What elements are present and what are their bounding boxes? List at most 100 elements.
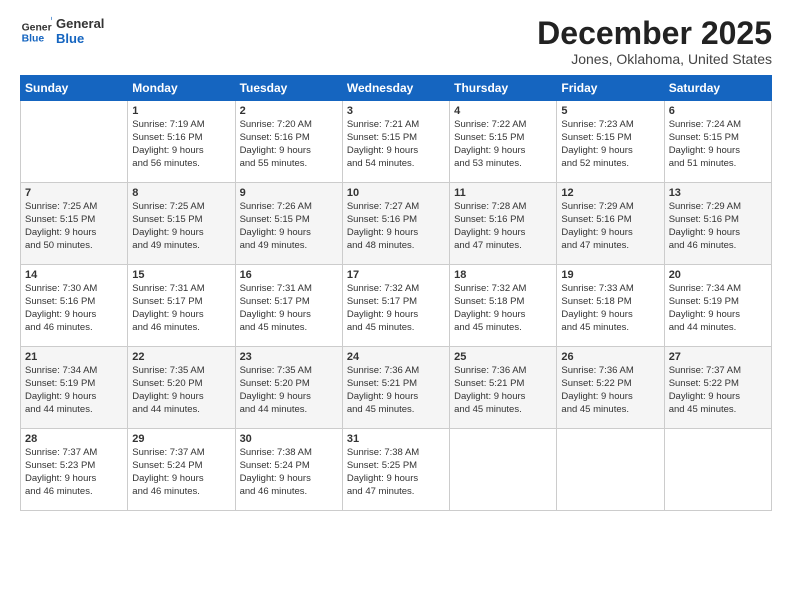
calendar-body: 1Sunrise: 7:19 AMSunset: 5:16 PMDaylight… (21, 101, 772, 511)
cell-line: Sunrise: 7:38 AM (347, 447, 445, 460)
calendar-cell: 7Sunrise: 7:25 AMSunset: 5:15 PMDaylight… (21, 183, 128, 265)
day-number: 12 (561, 187, 659, 199)
cell-line: Daylight: 9 hours (132, 309, 230, 322)
cell-line: Sunset: 5:16 PM (347, 214, 445, 227)
cell-line: Sunset: 5:17 PM (240, 296, 338, 309)
cell-line: Sunrise: 7:37 AM (25, 447, 123, 460)
day-number: 5 (561, 105, 659, 117)
calendar-table: SundayMondayTuesdayWednesdayThursdayFrid… (20, 75, 772, 511)
cell-line: Sunrise: 7:26 AM (240, 201, 338, 214)
header-day-saturday: Saturday (664, 76, 771, 101)
cell-line: and 51 minutes. (669, 158, 767, 171)
cell-line: Sunrise: 7:25 AM (132, 201, 230, 214)
calendar-week-row: 7Sunrise: 7:25 AMSunset: 5:15 PMDaylight… (21, 183, 772, 265)
cell-line: Sunrise: 7:21 AM (347, 119, 445, 132)
cell-line: Sunrise: 7:25 AM (25, 201, 123, 214)
day-number: 10 (347, 187, 445, 199)
cell-line: Daylight: 9 hours (561, 391, 659, 404)
calendar-cell: 30Sunrise: 7:38 AMSunset: 5:24 PMDayligh… (235, 429, 342, 511)
cell-line: and 44 minutes. (240, 404, 338, 417)
calendar-cell: 8Sunrise: 7:25 AMSunset: 5:15 PMDaylight… (128, 183, 235, 265)
cell-line: Daylight: 9 hours (240, 145, 338, 158)
logo: General Blue General Blue (20, 16, 104, 48)
cell-line: Daylight: 9 hours (561, 145, 659, 158)
header-day-tuesday: Tuesday (235, 76, 342, 101)
cell-line: Sunrise: 7:38 AM (240, 447, 338, 460)
cell-line: and 54 minutes. (347, 158, 445, 171)
cell-line: and 47 minutes. (347, 486, 445, 499)
cell-line: and 47 minutes. (561, 240, 659, 253)
calendar-cell: 12Sunrise: 7:29 AMSunset: 5:16 PMDayligh… (557, 183, 664, 265)
cell-line: and 46 minutes. (669, 240, 767, 253)
cell-line: Daylight: 9 hours (132, 145, 230, 158)
cell-line: Sunrise: 7:28 AM (454, 201, 552, 214)
cell-line: Sunset: 5:16 PM (454, 214, 552, 227)
calendar-cell: 25Sunrise: 7:36 AMSunset: 5:21 PMDayligh… (450, 347, 557, 429)
calendar-cell: 15Sunrise: 7:31 AMSunset: 5:17 PMDayligh… (128, 265, 235, 347)
cell-line: Daylight: 9 hours (347, 391, 445, 404)
cell-line: and 47 minutes. (454, 240, 552, 253)
cell-line: Daylight: 9 hours (454, 145, 552, 158)
cell-line: and 44 minutes. (669, 322, 767, 335)
day-number: 28 (25, 433, 123, 445)
cell-line: Sunset: 5:16 PM (669, 214, 767, 227)
calendar-cell: 5 Sunrise: 7:23 AMSunset: 5:15 PMDaylight… (557, 101, 664, 183)
cell-line: and 44 minutes. (132, 404, 230, 417)
cell-line: and 45 minutes. (347, 404, 445, 417)
cell-line: Sunset: 5:20 PM (132, 378, 230, 391)
cell-line: Sunrise: 7:33 AM (561, 283, 659, 296)
day-number: 29 (132, 433, 230, 445)
cell-line: Daylight: 9 hours (454, 227, 552, 240)
cell-line: and 46 minutes. (240, 486, 338, 499)
calendar-cell (450, 429, 557, 511)
cell-line: Daylight: 9 hours (347, 309, 445, 322)
cell-line: and 48 minutes. (347, 240, 445, 253)
day-number: 1 (132, 105, 230, 117)
day-number: 13 (669, 187, 767, 199)
cell-line: Sunrise: 7:23 AM (561, 119, 659, 132)
day-number: 26 (561, 351, 659, 363)
calendar-cell: 20Sunrise: 7:34 AMSunset: 5:19 PMDayligh… (664, 265, 771, 347)
day-number: 8 (132, 187, 230, 199)
cell-line: Daylight: 9 hours (347, 227, 445, 240)
calendar-cell: 18Sunrise: 7:32 AMSunset: 5:18 PMDayligh… (450, 265, 557, 347)
cell-line: Sunset: 5:15 PM (25, 214, 123, 227)
cell-line: Sunrise: 7:37 AM (132, 447, 230, 460)
cell-line: Sunset: 5:24 PM (132, 460, 230, 473)
cell-line: Sunrise: 7:19 AM (132, 119, 230, 132)
cell-line: Daylight: 9 hours (25, 309, 123, 322)
calendar-cell: 22Sunrise: 7:35 AMSunset: 5:20 PMDayligh… (128, 347, 235, 429)
calendar-cell: 6Sunrise: 7:24 AMSunset: 5:15 PMDaylight… (664, 101, 771, 183)
cell-line: Daylight: 9 hours (561, 227, 659, 240)
page: General Blue General Blue December 2025 … (0, 0, 792, 612)
calendar-cell: 19Sunrise: 7:33 AMSunset: 5:18 PMDayligh… (557, 265, 664, 347)
cell-line: Sunset: 5:15 PM (669, 132, 767, 145)
calendar-cell: 11Sunrise: 7:28 AMSunset: 5:16 PMDayligh… (450, 183, 557, 265)
day-number: 18 (454, 269, 552, 281)
day-number: 21 (25, 351, 123, 363)
cell-line: Daylight: 9 hours (25, 391, 123, 404)
cell-line: Daylight: 9 hours (669, 227, 767, 240)
calendar-cell: 28Sunrise: 7:37 AMSunset: 5:23 PMDayligh… (21, 429, 128, 511)
day-number: 17 (347, 269, 445, 281)
cell-line: Daylight: 9 hours (132, 391, 230, 404)
cell-line: Sunrise: 7:32 AM (454, 283, 552, 296)
cell-line: Daylight: 9 hours (669, 309, 767, 322)
cell-line: Daylight: 9 hours (25, 227, 123, 240)
day-number: 23 (240, 351, 338, 363)
cell-line: Sunset: 5:15 PM (454, 132, 552, 145)
header-day-wednesday: Wednesday (342, 76, 449, 101)
cell-line: Sunrise: 7:37 AM (669, 365, 767, 378)
calendar-cell: 21Sunrise: 7:34 AMSunset: 5:19 PMDayligh… (21, 347, 128, 429)
cell-line: Sunset: 5:15 PM (561, 132, 659, 145)
day-number: 24 (347, 351, 445, 363)
cell-line: and 53 minutes. (454, 158, 552, 171)
cell-line: Daylight: 9 hours (240, 309, 338, 322)
cell-line: Daylight: 9 hours (347, 473, 445, 486)
calendar-header-row: SundayMondayTuesdayWednesdayThursdayFrid… (21, 76, 772, 101)
cell-line: Sunset: 5:19 PM (25, 378, 123, 391)
calendar-cell: 10Sunrise: 7:27 AMSunset: 5:16 PMDayligh… (342, 183, 449, 265)
svg-text:Blue: Blue (22, 34, 45, 45)
cell-line: Sunset: 5:20 PM (240, 378, 338, 391)
calendar-cell: 4Sunrise: 7:22 AMSunset: 5:15 PMDaylight… (450, 101, 557, 183)
